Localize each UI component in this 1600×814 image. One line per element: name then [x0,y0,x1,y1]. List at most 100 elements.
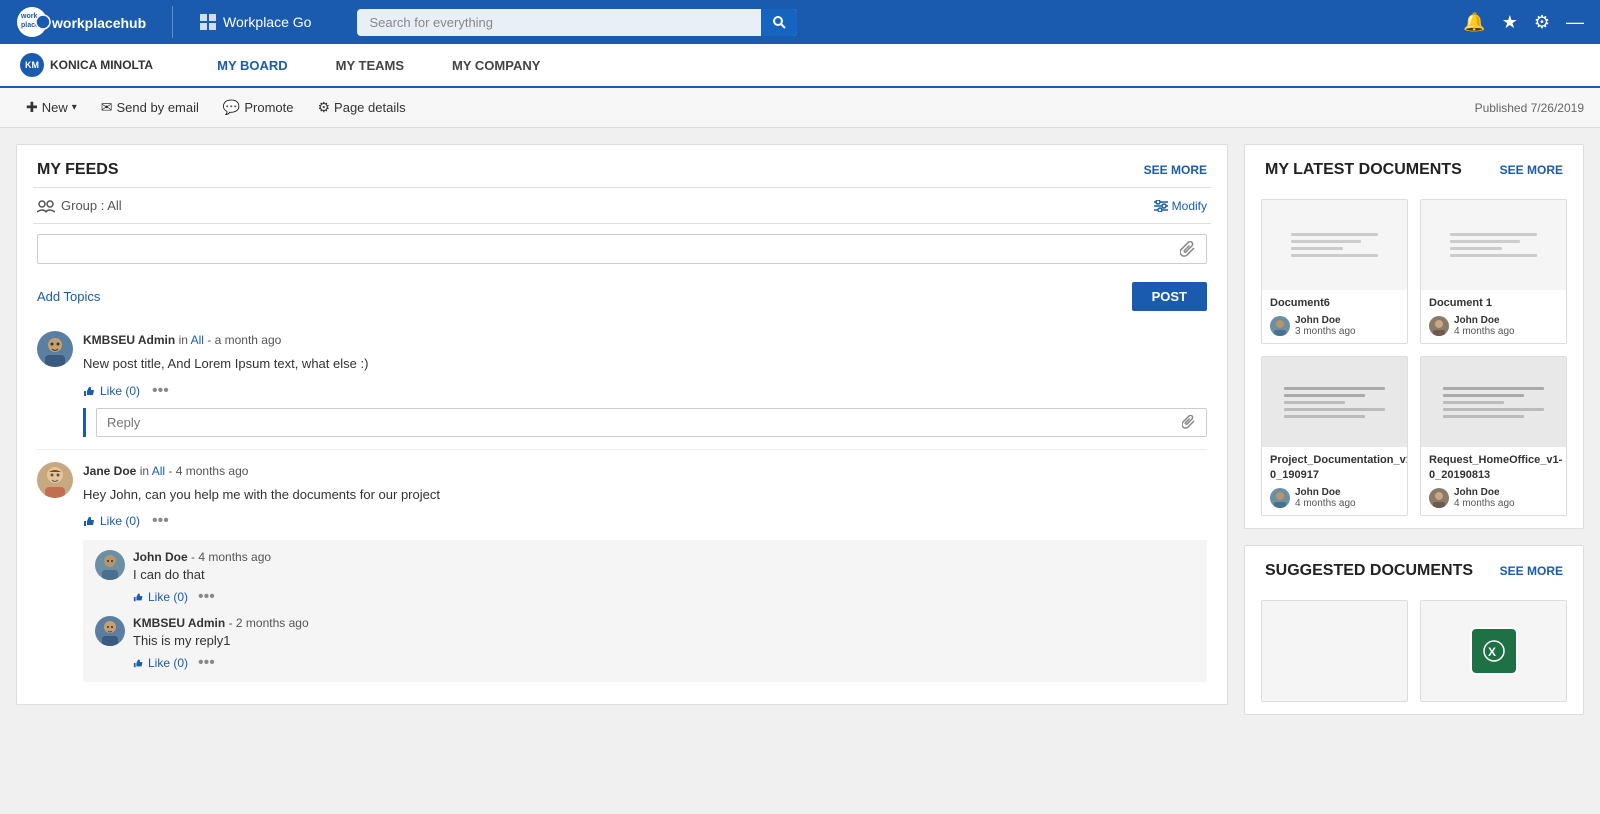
doc-user-info: John Doe 4 months ago [1454,487,1515,509]
reply-input[interactable] [107,415,1182,430]
modify-filter[interactable]: Modify [1154,199,1207,213]
more-options-button[interactable]: ••• [198,654,215,672]
doc-preview: X [1421,601,1566,701]
doc-preview-lines [1291,229,1378,261]
doc-name: Document 1 [1429,296,1558,310]
search-input[interactable] [357,9,797,36]
doc-user-row: John Doe 4 months ago [1429,487,1558,509]
post-text: Hey John, can you help me with the docum… [83,485,440,505]
suggested-docs-see-more[interactable]: SEE MORE [1500,564,1563,578]
avatar [37,331,73,367]
avatar-image [37,462,73,498]
nested-text-2: This is my reply1 [133,633,309,648]
thumbs-up-icon [83,384,97,398]
like-button[interactable]: Like (0) [133,590,188,604]
doc-card[interactable]: Request_HomeOffice_v1-0_20190813 John Do… [1420,356,1567,516]
doc-line [1291,240,1361,243]
doc-card[interactable]: Document 1 John Doe 4 months ago [1420,199,1567,344]
feed-posts-list: KMBSEU Admin in All - a month ago New po… [17,319,1227,704]
published-date: Published 7/26/2019 [1475,101,1584,115]
doc-line [1443,401,1504,404]
doc-card[interactable]: Project_Documentation_v1-0_190917 John D… [1261,356,1408,516]
post-group[interactable]: All [152,464,165,478]
doc-card[interactable] [1261,600,1408,702]
like-button[interactable]: Like (0) [83,384,140,398]
nav-my-company[interactable]: MY COMPANY [448,44,544,88]
more-options-button[interactable]: ••• [152,512,169,530]
doc-line [1443,394,1524,397]
post-header: Jane Doe in All - 4 months ago Hey John,… [37,462,1207,505]
minimize-icon[interactable]: — [1566,12,1584,33]
doc-line [1450,247,1502,250]
avatar [37,462,73,498]
doc-card[interactable]: X [1420,600,1567,702]
post-group[interactable]: All [191,333,204,347]
nested-reply-header: John Doe - 4 months ago I can do that [95,550,1195,582]
new-button[interactable]: ✚ New ▾ [16,95,87,120]
modify-icon [1154,200,1168,212]
like-button[interactable]: Like (0) [83,514,140,528]
post-item: KMBSEU Admin in All - a month ago New po… [37,319,1207,450]
search-button[interactable] [761,9,797,36]
search-bar [357,9,797,36]
like-label: Like (0) [148,590,188,604]
doc-time: 4 months ago [1454,326,1515,337]
workplace-go-icon [199,13,217,31]
favorites-icon[interactable]: ★ [1502,12,1518,33]
doc-avatar [1270,488,1290,508]
doc-line [1284,387,1386,390]
doc-preview [1262,357,1407,447]
latest-docs-header: MY LATEST DOCUMENTS SEE MORE [1245,145,1583,187]
doc-name: Request_HomeOffice_v1-0_20190813 [1429,453,1558,482]
nav-my-teams[interactable]: MY TEAMS [332,44,408,88]
top-navigation: work place workplacehub Workplace Go 🔔 ★… [0,0,1600,44]
workplace-go-label: Workplace Go [223,14,311,30]
workplace-go-button[interactable]: Workplace Go [189,9,321,35]
feeds-see-more[interactable]: SEE MORE [1144,163,1207,177]
send-email-button[interactable]: ✉ Send by email [91,95,209,120]
doc-preview [1262,601,1407,701]
post-text-input[interactable] [48,242,1180,257]
post-author: Jane Doe [83,464,136,478]
left-panel: MY FEEDS SEE MORE Group : All [16,144,1228,731]
post-content: KMBSEU Admin in All - a month ago New po… [83,331,368,374]
avatar [95,550,125,580]
post-item: Jane Doe in All - 4 months ago Hey John,… [37,450,1207,695]
add-topics-link[interactable]: Add Topics [37,289,100,304]
nav-right-icons: 🔔 ★ ⚙ — [1463,12,1584,33]
like-button[interactable]: Like (0) [133,656,188,670]
post-meta: Jane Doe in All - 4 months ago [83,462,440,481]
doc-line [1443,387,1545,390]
doc-line [1291,254,1378,257]
nested-reply-2: KMBSEU Admin - 2 months ago This is my r… [95,616,1195,672]
excel-icon: X [1470,627,1518,675]
doc-line [1450,254,1537,257]
feed-filter: Group : All Modify [17,188,1227,223]
avatar-image [95,550,125,580]
settings-icon[interactable]: ⚙ [1534,12,1550,33]
thumbs-up-icon [83,514,97,528]
post-button[interactable]: POST [1132,282,1207,311]
doc-preview [1262,200,1407,290]
doc-line [1291,233,1378,236]
attachment-icon [1180,241,1196,257]
nav-my-board[interactable]: MY BOARD [213,44,292,88]
doc-card[interactable]: Document6 John Doe 3 months ago [1261,199,1408,344]
more-options-button[interactable]: ••• [152,382,169,400]
promote-label: Promote [244,100,293,115]
right-panel: MY LATEST DOCUMENTS SEE MORE [1244,144,1584,731]
latest-docs-see-more[interactable]: SEE MORE [1500,163,1563,177]
doc-info: Project_Documentation_v1-0_190917 John D… [1262,447,1407,515]
post-header: KMBSEU Admin in All - a month ago New po… [37,331,1207,374]
avatar-image [95,616,125,646]
doc-time: 4 months ago [1295,498,1356,509]
doc-line [1284,415,1365,418]
page-details-button[interactable]: ⚙ Page details [307,95,415,120]
notifications-icon[interactable]: 🔔 [1463,12,1485,33]
post-content: Jane Doe in All - 4 months ago Hey John,… [83,462,440,505]
post-author: KMBSEU Admin [83,333,175,347]
post-meta: KMBSEU Admin in All - a month ago [83,331,368,350]
promote-button[interactable]: 💬 Promote [213,95,304,120]
doc-info: Document 1 John Doe 4 months ago [1421,290,1566,343]
more-options-button[interactable]: ••• [198,588,215,606]
